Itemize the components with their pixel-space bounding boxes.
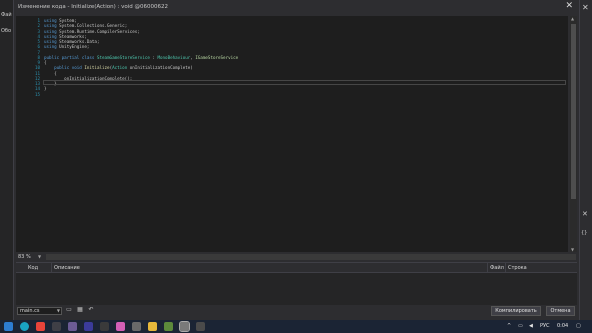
background-app-right: ✕ ✕ {} <box>578 0 592 320</box>
scroll-down-icon[interactable]: ▼ <box>571 247 574 252</box>
explorer-icon[interactable] <box>148 322 157 331</box>
code-area[interactable]: using System; using System.Collections.Ge… <box>16 16 568 252</box>
app-icon-document[interactable] <box>196 322 205 331</box>
code-token: using <box>44 33 60 39</box>
language-indicator[interactable]: РУС <box>540 323 550 329</box>
app-icon-red[interactable] <box>36 322 45 331</box>
code-line[interactable]: using UnityEngine; <box>44 44 89 49</box>
code-token: public void <box>44 65 85 71</box>
code-token: SteamGameStoreService <box>96 54 150 60</box>
code-token: System; <box>59 18 77 23</box>
vertical-scrollbar[interactable]: ▲ ▼ <box>570 16 577 252</box>
code-token: System.Collections.Generic; <box>59 23 128 29</box>
code-line[interactable]: } <box>44 86 47 91</box>
column-divider <box>487 263 488 272</box>
taskbar: ^ ▭ ◀ РУС 0:04 ▢ <box>0 320 592 333</box>
code-line[interactable]: public void Initialize(Action onInitiali… <box>44 65 193 70</box>
chevron-down-icon: ▼ <box>56 308 60 313</box>
app-icon-green[interactable] <box>164 322 173 331</box>
code-token: { <box>44 60 47 65</box>
dnspy-icon[interactable] <box>179 321 190 332</box>
code-token: MonoBehaviour <box>157 54 191 60</box>
column-description[interactable]: Описание <box>54 265 80 271</box>
add-reference-icon[interactable]: ▦ <box>76 306 84 314</box>
edit-code-window: Изменение кода - Initialize(Action) : vo… <box>13 0 580 320</box>
column-file[interactable]: Файл <box>490 265 504 271</box>
code-line[interactable]: using System.Collections.Generic; <box>44 23 127 28</box>
code-line[interactable]: using System.Runtime.CompilerServices; <box>44 29 140 34</box>
vertical-scrollbar-thumb[interactable] <box>571 24 576 199</box>
column-divider <box>505 263 506 272</box>
file-select-value: main.cs <box>20 308 40 314</box>
code-token: using <box>44 28 60 34</box>
code-token: Steamworks.Data; <box>59 39 100 44</box>
current-line-highlight <box>43 79 566 85</box>
background-close-icon: ✕ <box>582 3 589 12</box>
code-token: System.Runtime.CompilerServices; <box>59 28 140 34</box>
code-token: Action <box>112 65 128 71</box>
start-icon[interactable] <box>4 322 13 331</box>
background-braces-icon: {} <box>581 230 588 236</box>
app-icon-gray[interactable] <box>132 322 141 331</box>
scroll-up-icon[interactable]: ▲ <box>571 16 574 21</box>
compile-button[interactable]: Компилировать <box>491 306 541 316</box>
code-token: using <box>44 44 60 50</box>
terminal-icon[interactable] <box>100 322 109 331</box>
code-token: IGameStoreService <box>195 54 239 60</box>
error-list: Код Описание Файл Строка <box>16 262 577 305</box>
open-folder-icon[interactable]: ▭ <box>65 306 73 314</box>
error-list-header: Код Описание Файл Строка <box>16 263 577 273</box>
code-token: Steamworks; <box>59 33 87 39</box>
zoom-bar: 83 % ▼ <box>16 253 577 261</box>
code-editor[interactable]: 1 2 3 4 5 6 7 8 9 10 11 12 13 14 15 using System; using… <box>16 16 568 252</box>
zoom-dropdown-icon[interactable]: ▼ <box>38 254 41 259</box>
window-title: Изменение кода - Initialize(Action) : vo… <box>18 4 168 10</box>
visual-studio-icon[interactable] <box>84 322 93 331</box>
tray-chevron-up-icon[interactable]: ^ <box>507 323 511 329</box>
clock[interactable]: 0:04 <box>557 323 568 329</box>
column-divider <box>51 263 52 272</box>
cancel-button[interactable]: Отмена <box>546 306 575 316</box>
horizontal-scrollbar[interactable] <box>46 254 576 260</box>
zoom-level[interactable]: 83 % <box>18 254 31 260</box>
file-select[interactable]: main.cs ▼ <box>17 307 62 315</box>
code-line[interactable]: using System; <box>44 18 77 23</box>
code-line[interactable]: using Steamworks.Data; <box>44 39 99 44</box>
app-icon-pink[interactable] <box>116 322 125 331</box>
app-icon-purple[interactable] <box>68 322 77 331</box>
background-menu-about: Обо <box>1 28 12 34</box>
background-close-icon-2: ✕ <box>582 210 588 218</box>
code-token: } <box>44 86 47 92</box>
notification-icon[interactable]: ▢ <box>576 323 581 329</box>
background-app-left: Фай Обо <box>0 0 13 320</box>
code-token: using <box>44 39 60 44</box>
close-icon[interactable]: ✕ <box>565 1 573 11</box>
column-line[interactable]: Строка <box>508 265 527 271</box>
code-token: using <box>44 23 60 29</box>
title-bar: Изменение кода - Initialize(Action) : vo… <box>14 0 579 16</box>
volume-icon[interactable]: ◀ <box>529 323 533 329</box>
code-line[interactable]: using Steamworks; <box>44 34 87 39</box>
network-icon[interactable]: ▭ <box>518 323 523 329</box>
code-token: Initialize <box>84 65 110 71</box>
code-line[interactable]: { <box>44 60 47 65</box>
column-code[interactable]: Код <box>28 265 38 271</box>
code-token: UnityEngine; <box>59 44 90 50</box>
edge-icon[interactable] <box>20 322 29 331</box>
code-token: using <box>44 18 60 23</box>
code-token: onInitializationComplete) <box>127 65 193 71</box>
app-icon-dark[interactable] <box>52 322 61 331</box>
code-line[interactable]: { <box>44 71 57 76</box>
code-line[interactable]: public partial class SteamGameStoreServi… <box>44 55 238 60</box>
code-token: { <box>44 70 57 76</box>
background-menu-file: Фай <box>1 12 12 18</box>
code-token: public partial class <box>44 54 97 60</box>
undo-icon[interactable]: ↶ <box>87 306 95 314</box>
